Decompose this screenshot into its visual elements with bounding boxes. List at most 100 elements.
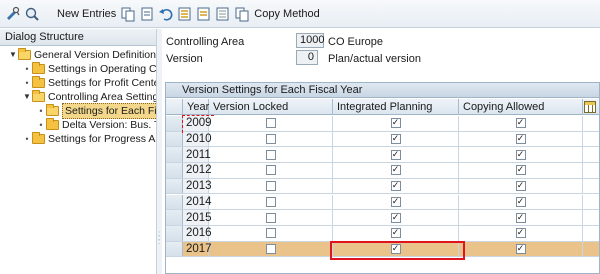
- copying-cell: ✓: [459, 116, 583, 131]
- display-change-icon[interactable]: [5, 6, 21, 22]
- row-selector[interactable]: [166, 225, 183, 241]
- row-selector[interactable]: [166, 163, 183, 178]
- integrated-cell: ✓: [333, 178, 459, 194]
- select-block-icon[interactable]: [196, 6, 212, 22]
- year-cell[interactable]: 2011: [183, 147, 211, 163]
- year-cell[interactable]: 2010: [183, 131, 212, 147]
- year-cell[interactable]: 2016: [183, 225, 212, 241]
- tree-item-delta-version[interactable]: • Delta Version: Bus. Transactions: [36, 118, 156, 132]
- year-cell[interactable]: 2013: [183, 178, 212, 194]
- copying-allowed-checkbox[interactable]: ✓: [515, 118, 526, 129]
- year-cell[interactable]: 2015: [183, 210, 212, 225]
- copying-cell: ✓: [459, 210, 583, 225]
- copy-method-button[interactable]: Copy Method: [254, 8, 319, 20]
- version-locked-checkbox[interactable]: [265, 149, 276, 160]
- copying-allowed-checkbox[interactable]: ✓: [515, 196, 526, 207]
- splitter-grip-icon[interactable]: :::: [158, 230, 160, 246]
- integrated-planning-checkbox[interactable]: ✓: [390, 118, 401, 129]
- cell-cursor-marker: [182, 115, 214, 133]
- copying-allowed-checkbox[interactable]: ✓: [515, 134, 526, 145]
- integrated-planning-checkbox[interactable]: ✓: [390, 134, 401, 145]
- row-selector[interactable]: [166, 241, 183, 257]
- bullet-icon: •: [39, 120, 43, 130]
- integrated-planning-checkbox[interactable]: ✓: [390, 149, 401, 160]
- dialog-structure-header: Dialog Structure: [0, 29, 156, 46]
- integrated-cell: ✓: [333, 131, 459, 147]
- version-locked-checkbox[interactable]: [265, 243, 276, 254]
- table-row[interactable]: 2011 ✓ ✓: [166, 147, 599, 164]
- column-header-version-locked[interactable]: Version Locked: [209, 99, 333, 115]
- copy-method-icon[interactable]: [234, 6, 250, 22]
- integrated-cell: ✓: [333, 116, 459, 131]
- new-entries-button[interactable]: New Entries: [57, 8, 116, 20]
- table-row[interactable]: 2010 ✓ ✓: [166, 131, 599, 148]
- folder-icon: [32, 132, 45, 144]
- table-row[interactable]: 2014 ✓ ✓: [166, 194, 599, 211]
- row-selector[interactable]: [166, 116, 183, 131]
- column-header-integrated-planning[interactable]: Integrated Planning: [333, 99, 459, 115]
- version-field[interactable]: 0: [296, 50, 318, 65]
- delete-icon[interactable]: [139, 6, 155, 22]
- year-cell[interactable]: 2014: [183, 194, 212, 210]
- table-row[interactable]: 2016 ✓ ✓: [166, 225, 599, 242]
- copying-cell: ✓: [459, 163, 583, 178]
- row-selector[interactable]: [166, 210, 183, 225]
- expand-arrow-icon[interactable]: ▼: [22, 90, 32, 104]
- undo-change-icon[interactable]: [158, 6, 174, 22]
- bullet-icon: •: [25, 78, 29, 88]
- version-locked-checkbox[interactable]: [265, 134, 276, 145]
- version-locked-checkbox[interactable]: [265, 212, 276, 223]
- column-header-year[interactable]: Year: [183, 99, 209, 115]
- year-cell[interactable]: 2012: [183, 163, 212, 178]
- bullet-icon: •: [25, 134, 29, 144]
- integrated-planning-checkbox[interactable]: ✓: [390, 181, 401, 192]
- copying-allowed-checkbox[interactable]: ✓: [515, 228, 526, 239]
- locked-cell: [209, 210, 333, 225]
- integrated-cell: ✓: [333, 210, 459, 225]
- integrated-planning-checkbox[interactable]: ✓: [390, 196, 401, 207]
- integrated-planning-checkbox[interactable]: ✓: [390, 165, 401, 176]
- version-locked-checkbox[interactable]: [265, 165, 276, 176]
- table-row[interactable]: 2015 ✓ ✓: [166, 210, 599, 226]
- column-header-copying-allowed[interactable]: Copying Allowed: [459, 99, 583, 115]
- integrated-planning-checkbox[interactable]: ✓: [390, 212, 401, 223]
- copying-allowed-checkbox[interactable]: ✓: [515, 243, 526, 254]
- tree-item-operating-concern[interactable]: • Settings in Operating Concern: [22, 62, 156, 76]
- version-locked-checkbox[interactable]: [265, 196, 276, 207]
- row-selector[interactable]: [166, 147, 183, 163]
- locked-cell: [209, 163, 333, 178]
- controlling-area-field[interactable]: 1000: [296, 33, 324, 48]
- tree-item-profit-center[interactable]: • Settings for Profit Center Accounting: [22, 76, 156, 90]
- version-label: Version: [166, 53, 203, 65]
- table-row[interactable]: 2009 ✓ ✓: [166, 116, 599, 132]
- integrated-planning-checkbox[interactable]: ✓: [390, 228, 401, 239]
- expand-arrow-icon[interactable]: ▼: [8, 48, 18, 62]
- locked-cell: [209, 194, 333, 210]
- tree-item-fiscal-year[interactable]: • Settings for Each Fiscal Year: [36, 103, 156, 119]
- other-object-icon[interactable]: [24, 6, 40, 22]
- tree-item-general-version[interactable]: ▼ General Version Definition: [8, 48, 156, 62]
- row-selector[interactable]: [166, 178, 183, 194]
- table-settings-icon[interactable]: [584, 101, 596, 113]
- copying-allowed-checkbox[interactable]: ✓: [515, 149, 526, 160]
- year-cell[interactable]: 2017: [183, 241, 212, 257]
- copying-allowed-checkbox[interactable]: ✓: [515, 181, 526, 192]
- version-locked-checkbox[interactable]: [265, 228, 276, 239]
- copying-allowed-checkbox[interactable]: ✓: [515, 212, 526, 223]
- copying-cell: ✓: [459, 241, 583, 257]
- copy-as-icon[interactable]: [120, 6, 136, 22]
- select-all-rows-cell[interactable]: [166, 99, 183, 115]
- version-locked-checkbox[interactable]: [265, 118, 276, 129]
- locked-cell: [209, 131, 333, 147]
- folder-icon: [32, 62, 45, 74]
- select-all-icon[interactable]: [177, 6, 193, 22]
- copying-allowed-checkbox[interactable]: ✓: [515, 165, 526, 176]
- version-locked-checkbox[interactable]: [265, 181, 276, 192]
- table-row[interactable]: 2013 ✓ ✓: [166, 178, 599, 195]
- tree-item-controlling-area[interactable]: ▼ Controlling Area Settings: [22, 90, 156, 104]
- row-selector[interactable]: [166, 131, 183, 147]
- tree-item-progress-analysis[interactable]: • Settings for Progress Analysis: [22, 132, 156, 146]
- table-row[interactable]: 2012 ✓ ✓: [166, 163, 599, 179]
- row-selector[interactable]: [166, 194, 183, 210]
- deselect-all-icon[interactable]: [215, 6, 231, 22]
